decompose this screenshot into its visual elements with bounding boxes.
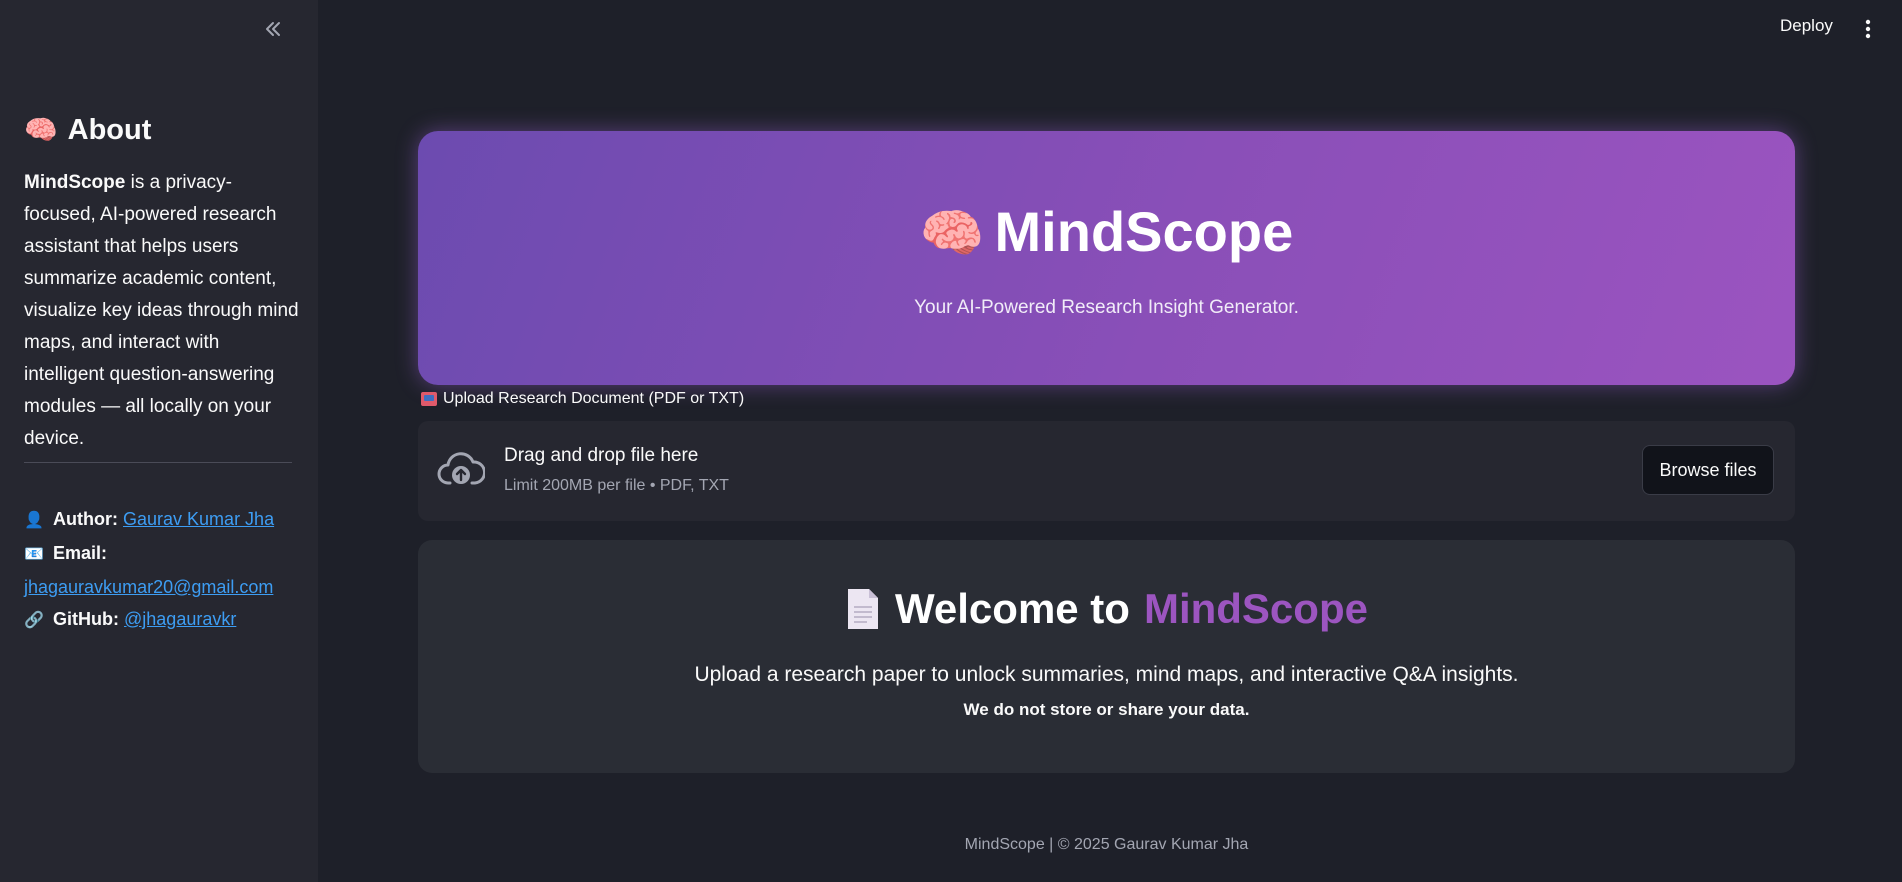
file-dropzone[interactable]: Drag and drop file here Limit 200MB per … bbox=[418, 421, 1795, 521]
sidebar: 🧠 About MindScope is a privacy-focused, … bbox=[0, 0, 318, 882]
mailbox-icon bbox=[421, 392, 437, 406]
cloud-upload-icon bbox=[437, 452, 485, 485]
about-description: MindScope is a privacy-focused, AI-power… bbox=[24, 167, 300, 455]
welcome-card: Welcome to MindScope Upload a research p… bbox=[418, 540, 1795, 773]
github-row: 🔗 GitHub: @jhagauravkr bbox=[24, 603, 304, 637]
email-row: 📧 Email: bbox=[24, 537, 304, 571]
author-label: Author: bbox=[53, 509, 118, 529]
contact-info: 👤 Author: Gaurav Kumar Jha 📧 Email: jhag… bbox=[24, 503, 304, 637]
email-label: Email: bbox=[53, 543, 108, 563]
kebab-menu-icon bbox=[1865, 19, 1871, 39]
browse-files-button[interactable]: Browse files bbox=[1642, 445, 1774, 495]
dropzone-limit: Limit 200MB per file • PDF, TXT bbox=[504, 477, 729, 494]
welcome-subtitle: Upload a research paper to unlock summar… bbox=[694, 663, 1519, 686]
about-brand-name: MindScope bbox=[24, 172, 126, 193]
brain-icon: 🧠 bbox=[24, 115, 58, 145]
deploy-button[interactable]: Deploy bbox=[1780, 16, 1833, 42]
upload-label: Upload Research Document (PDF or TXT) bbox=[421, 390, 744, 408]
privacy-note: We do not store or share your data. bbox=[963, 700, 1250, 719]
github-link[interactable]: @jhagauravkr bbox=[124, 609, 236, 629]
app-root: 🧠 About MindScope is a privacy-focused, … bbox=[0, 0, 1902, 882]
sidebar-divider bbox=[24, 462, 292, 463]
author-icon: 👤 bbox=[24, 512, 44, 529]
github-label: GitHub: bbox=[53, 609, 119, 629]
hero-subtitle: Your AI-Powered Research Insight Generat… bbox=[914, 297, 1299, 318]
brain-icon: 🧠 bbox=[919, 205, 985, 263]
about-heading: 🧠 About bbox=[24, 110, 151, 150]
email-icon: 📧 bbox=[24, 546, 44, 563]
author-link[interactable]: Gaurav Kumar Jha bbox=[123, 509, 274, 529]
main-menu-button[interactable] bbox=[1858, 14, 1878, 44]
about-text: is a privacy-focused, AI-powered researc… bbox=[24, 172, 299, 449]
document-icon bbox=[848, 589, 879, 629]
hero-title-text: MindScope bbox=[994, 200, 1294, 263]
author-row: 👤 Author: Gaurav Kumar Jha bbox=[24, 503, 304, 537]
dropzone-title: Drag and drop file here bbox=[504, 445, 699, 466]
welcome-title-accent: MindScope bbox=[1143, 585, 1368, 632]
email-value-row: jhagauravkumar20@gmail.com bbox=[24, 571, 304, 603]
link-icon: 🔗 bbox=[24, 612, 44, 629]
collapse-sidebar-icon bbox=[266, 22, 280, 36]
collapse-sidebar-button[interactable] bbox=[258, 14, 288, 44]
page-footer: MindScope | © 2025 Gaurav Kumar Jha bbox=[964, 836, 1249, 853]
welcome-title: Welcome to MindScope bbox=[418, 585, 1795, 633]
hero-banner: 🧠 MindScope Your AI-Powered Research Insi… bbox=[418, 131, 1795, 385]
welcome-title-prefix: Welcome to bbox=[895, 585, 1130, 632]
email-link[interactable]: jhagauravkumar20@gmail.com bbox=[24, 577, 273, 597]
about-title-text: About bbox=[67, 113, 152, 146]
upload-label-text: Upload Research Document (PDF or TXT) bbox=[443, 390, 745, 407]
hero-title: 🧠 MindScope bbox=[418, 199, 1795, 264]
